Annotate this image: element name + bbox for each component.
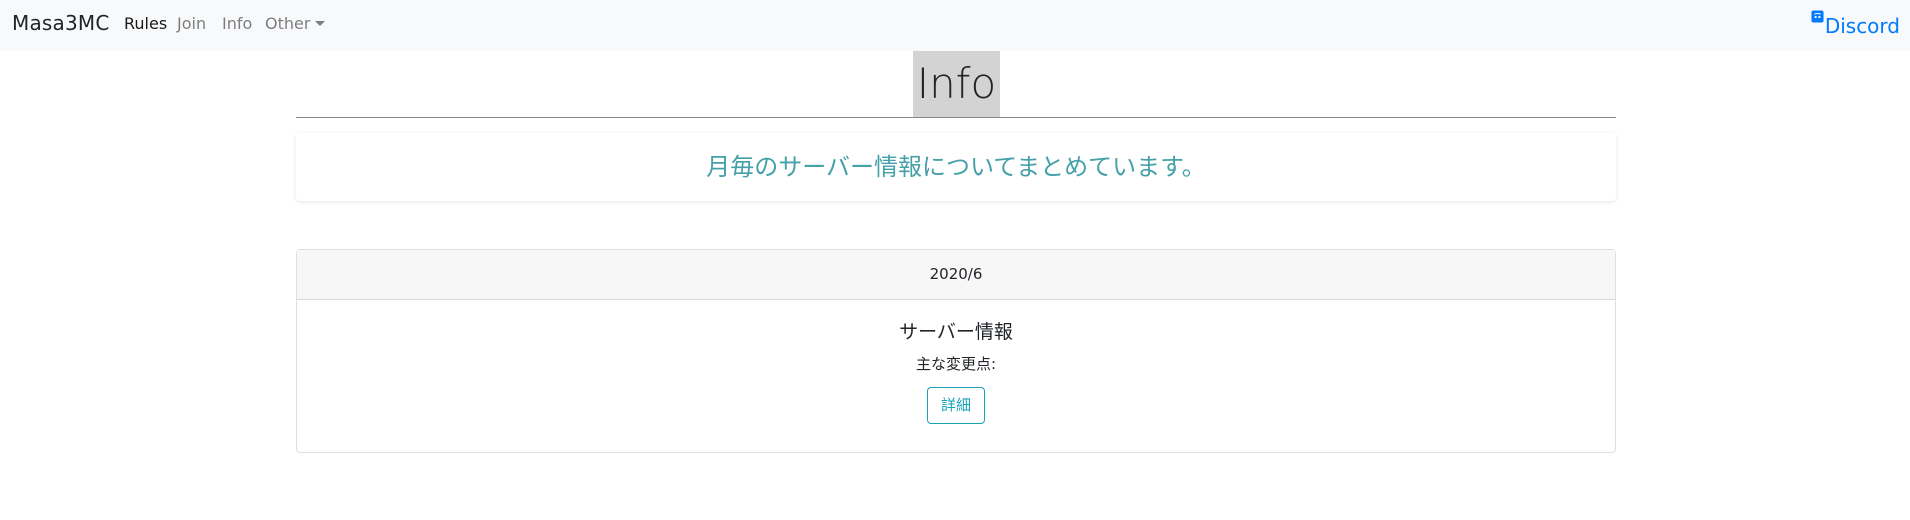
navbar-brand[interactable]: Masa3MC <box>12 11 110 35</box>
discord-icon <box>1811 10 1824 23</box>
title-divider <box>296 117 1616 118</box>
info-card: 2020/6 サーバー情報 主な変更点: 詳細 <box>296 249 1616 453</box>
card-text: 主な変更点: <box>915 355 997 373</box>
discord-link[interactable]: Discord <box>1811 10 1900 38</box>
chevron-down-icon <box>315 21 326 26</box>
page-title: Info <box>916 59 997 108</box>
nav-link-rules[interactable]: Rules <box>124 14 167 33</box>
nav-dropdown-other[interactable]: Other <box>265 14 326 33</box>
nav-link-info[interactable]: Info <box>222 14 252 33</box>
card-header-date: 2020/6 <box>297 250 1615 300</box>
navbar: Masa3MC Rules Join Info Other Discord <box>0 0 1910 51</box>
card-actions: 詳細 <box>297 387 1615 424</box>
card-title: サーバー情報 <box>899 321 1013 343</box>
lead-text: 月毎のサーバー情報についてまとめています。 <box>706 153 1206 181</box>
nav-dropdown-other-label: Other <box>265 14 311 33</box>
page-title-box: Info <box>913 51 1000 117</box>
lead-card: 月毎のサーバー情報についてまとめています。 <box>296 133 1616 201</box>
nav-link-join[interactable]: Join <box>177 14 206 33</box>
discord-label: Discord <box>1824 14 1900 38</box>
details-button[interactable]: 詳細 <box>927 387 985 424</box>
